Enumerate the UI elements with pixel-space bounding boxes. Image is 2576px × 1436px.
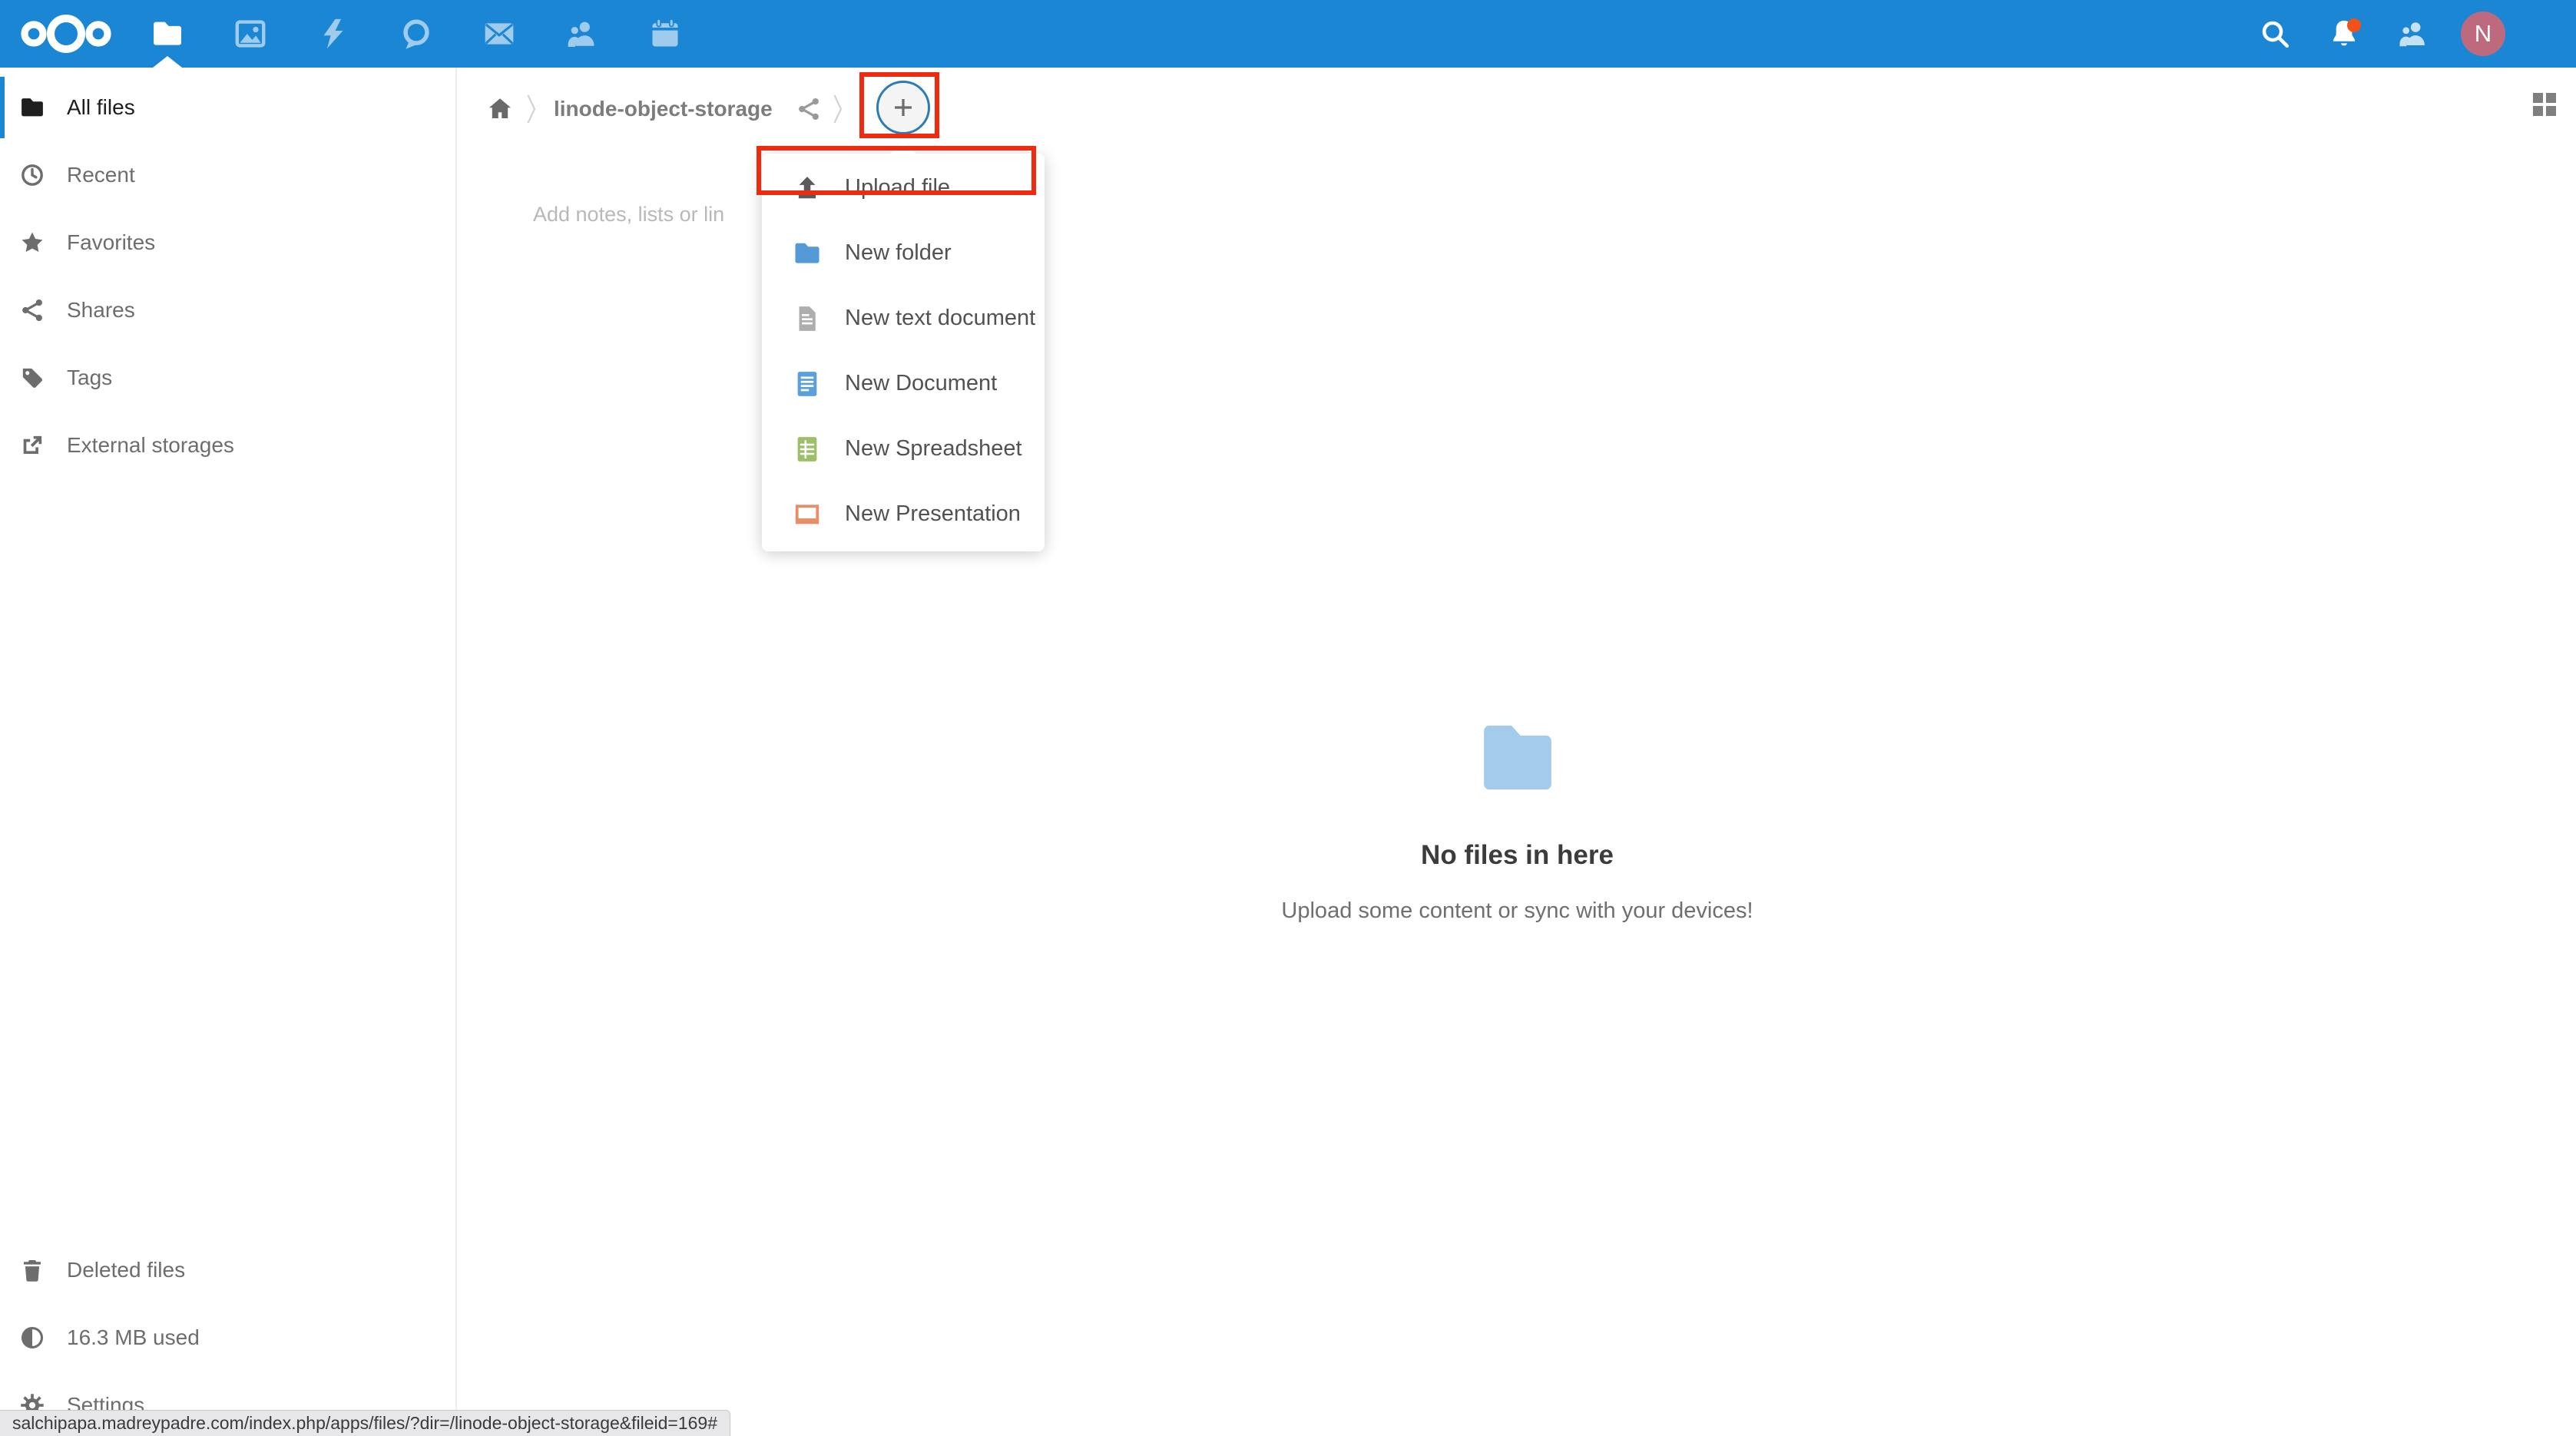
star-icon [19,230,45,256]
app-mail-button[interactable] [458,0,541,68]
quota-icon [19,1325,45,1351]
sidebar-item-label: All files [67,95,135,120]
menu-item-label: New Document [845,371,997,396]
mail-envelope-icon [482,17,516,51]
search-button[interactable] [2258,17,2292,51]
spreadsheet-icon [793,435,822,464]
photos-icon [233,17,267,51]
sidebar-item-label: Shares [67,298,135,323]
empty-state-title: No files in here [1421,840,1614,871]
top-header: N [0,0,2576,68]
menu-item-new-document[interactable]: New Document [762,351,1045,416]
notification-dot [2347,18,2361,32]
sidebar-item-label: 16.3 MB used [67,1325,200,1350]
sidebar-item-label: Tags [67,366,112,390]
new-menu: Upload file New folder New text document [762,154,1045,551]
browser-status-bar: salchipapa.madreypadre.com/index.php/app… [0,1410,730,1436]
new-button[interactable] [876,81,930,134]
sidebar-item-all-files[interactable]: All files [0,74,455,141]
view-toggle-button[interactable] [2533,93,2556,116]
calendar-icon [648,17,682,51]
sidebar-item-shares[interactable]: Shares [0,276,455,344]
menu-item-label: New text document [845,306,1035,331]
folder-icon [19,94,45,121]
share-folder-button[interactable] [796,96,822,122]
app-calendar-button[interactable] [624,0,707,68]
presentation-icon [793,500,822,529]
talk-bubble-icon [399,17,433,51]
contacts-menu-button[interactable] [2396,17,2430,51]
menu-item-new-text-document[interactable]: New text document [762,286,1045,351]
menu-item-label: New Spreadsheet [845,436,1022,462]
sidebar-item-label: External storages [67,433,234,458]
notifications-button[interactable] [2327,17,2361,51]
nextcloud-logo-icon[interactable] [17,11,115,57]
home-icon [486,95,514,123]
breadcrumb-current-folder[interactable]: linode-object-storage [554,97,773,121]
app-menu [126,0,707,68]
status-url: salchipapa.madreypadre.com/index.php/app… [12,1413,717,1434]
people-icon [2397,18,2429,50]
breadcrumb-home-button[interactable] [486,95,514,123]
folder-blue-icon [793,239,822,268]
app-files-button[interactable] [126,0,209,68]
tag-icon [19,365,45,391]
sidebar-item-external-storages[interactable]: External storages [0,412,455,479]
menu-item-new-spreadsheet[interactable]: New Spreadsheet [762,416,1045,481]
breadcrumb: linode-object-storage [459,68,2576,151]
app-talk-button[interactable] [375,0,458,68]
empty-state-subtitle: Upload some content or sync with your de… [1281,898,1753,924]
sidebar-item-quota[interactable]: 16.3 MB used [0,1304,455,1371]
text-file-icon [793,304,822,333]
sidebar-item-label: Favorites [67,230,155,255]
sidebar-item-recent[interactable]: Recent [0,141,455,209]
menu-item-label: New Presentation [845,501,1021,527]
trash-icon [19,1257,45,1283]
folder-large-icon [1475,722,1561,794]
sidebar-footer: Deleted files 16.3 MB used [0,1236,455,1436]
app-photos-button[interactable] [209,0,292,68]
menu-item-label: New folder [845,240,952,266]
avatar-initial: N [2475,20,2492,48]
files-folder-icon [151,17,184,51]
sidebar-item-deleted-files[interactable]: Deleted files [0,1236,455,1304]
app-contacts-button[interactable] [541,0,624,68]
activity-bolt-icon [316,17,350,51]
menu-item-label: Upload file [845,175,950,200]
share-variant-icon [796,96,822,122]
external-link-icon [19,432,45,458]
sidebar-item-favorites[interactable]: Favorites [0,209,455,276]
files-sidebar: All files Recent Favorites Shares [0,68,457,1436]
workspace-notes-input[interactable]: Add notes, lists or lin [533,203,724,227]
upload-icon [793,174,822,203]
grid-icon [2533,93,2556,116]
nextcloud-files-app: N All files Recent Favorites [0,0,2576,1436]
sidebar-item-label: Recent [67,163,135,187]
document-icon [793,369,822,399]
chevron-right-icon [526,91,537,127]
empty-state: No files in here Upload some content or … [459,722,2576,924]
app-activity-button[interactable] [292,0,375,68]
menu-item-upload-file[interactable]: Upload file [762,155,1045,220]
magnifier-icon [2259,18,2291,50]
menu-item-new-presentation[interactable]: New Presentation [762,481,1045,547]
sidebar-item-label: Deleted files [67,1258,185,1282]
menu-item-new-folder[interactable]: New folder [762,220,1045,286]
plus-icon [891,95,916,120]
contacts-people-icon [565,17,599,51]
chevron-right-icon [833,91,843,127]
share-icon [19,297,45,323]
sidebar-item-tags[interactable]: Tags [0,344,455,412]
clock-icon [19,162,45,188]
user-avatar[interactable]: N [2461,12,2505,56]
header-right-actions: N [2258,12,2505,56]
